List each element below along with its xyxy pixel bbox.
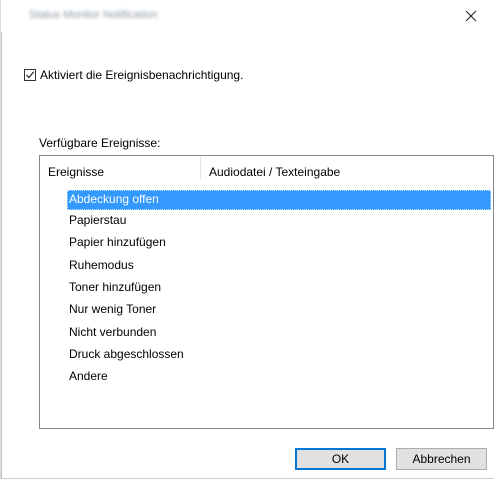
enable-notification-row[interactable]: Aktiviert die Ereignisbenachrichtigung. (24, 67, 243, 82)
title-bar[interactable]: Status Monitor Notification (1, 0, 494, 32)
list-item[interactable]: Papier hinzufügen (67, 233, 166, 253)
dialog-window: Status Monitor Notification Aktiviert di… (0, 0, 494, 479)
window-left-edge (1, 32, 2, 478)
cancel-button[interactable]: Abbrechen (396, 448, 487, 470)
list-item[interactable]: Andere (67, 367, 108, 387)
column-header-audio[interactable]: Audiodatei / Texteingabe (200, 156, 493, 180)
ok-button[interactable]: OK (295, 448, 386, 470)
enable-notification-checkbox[interactable] (24, 68, 36, 81)
window-title: Status Monitor Notification (29, 9, 158, 21)
enable-notification-label: Aktiviert die Ereignisbenachrichtigung. (40, 67, 244, 82)
list-item[interactable]: Toner hinzufügen (67, 278, 161, 298)
checkmark-icon (26, 70, 35, 78)
list-item[interactable]: Nur wenig Toner (67, 300, 156, 320)
close-icon (465, 10, 477, 22)
list-item[interactable]: Nicht verbunden (67, 323, 156, 343)
close-button[interactable] (450, 0, 492, 32)
listview-header: Ereignisse Audiodatei / Texteingabe (40, 156, 493, 180)
list-item[interactable]: Ruhemodus (67, 256, 134, 276)
list-item[interactable]: Druck abgeschlossen (67, 345, 184, 365)
column-header-events[interactable]: Ereignisse (40, 156, 200, 180)
list-item[interactable]: Abdeckung offen (67, 190, 491, 210)
events-listview[interactable]: Ereignisse Audiodatei / Texteingabe Abde… (39, 155, 494, 429)
available-events-label: Verfügbare Ereignisse: (39, 136, 161, 150)
list-item[interactable]: Papierstau (67, 211, 126, 231)
